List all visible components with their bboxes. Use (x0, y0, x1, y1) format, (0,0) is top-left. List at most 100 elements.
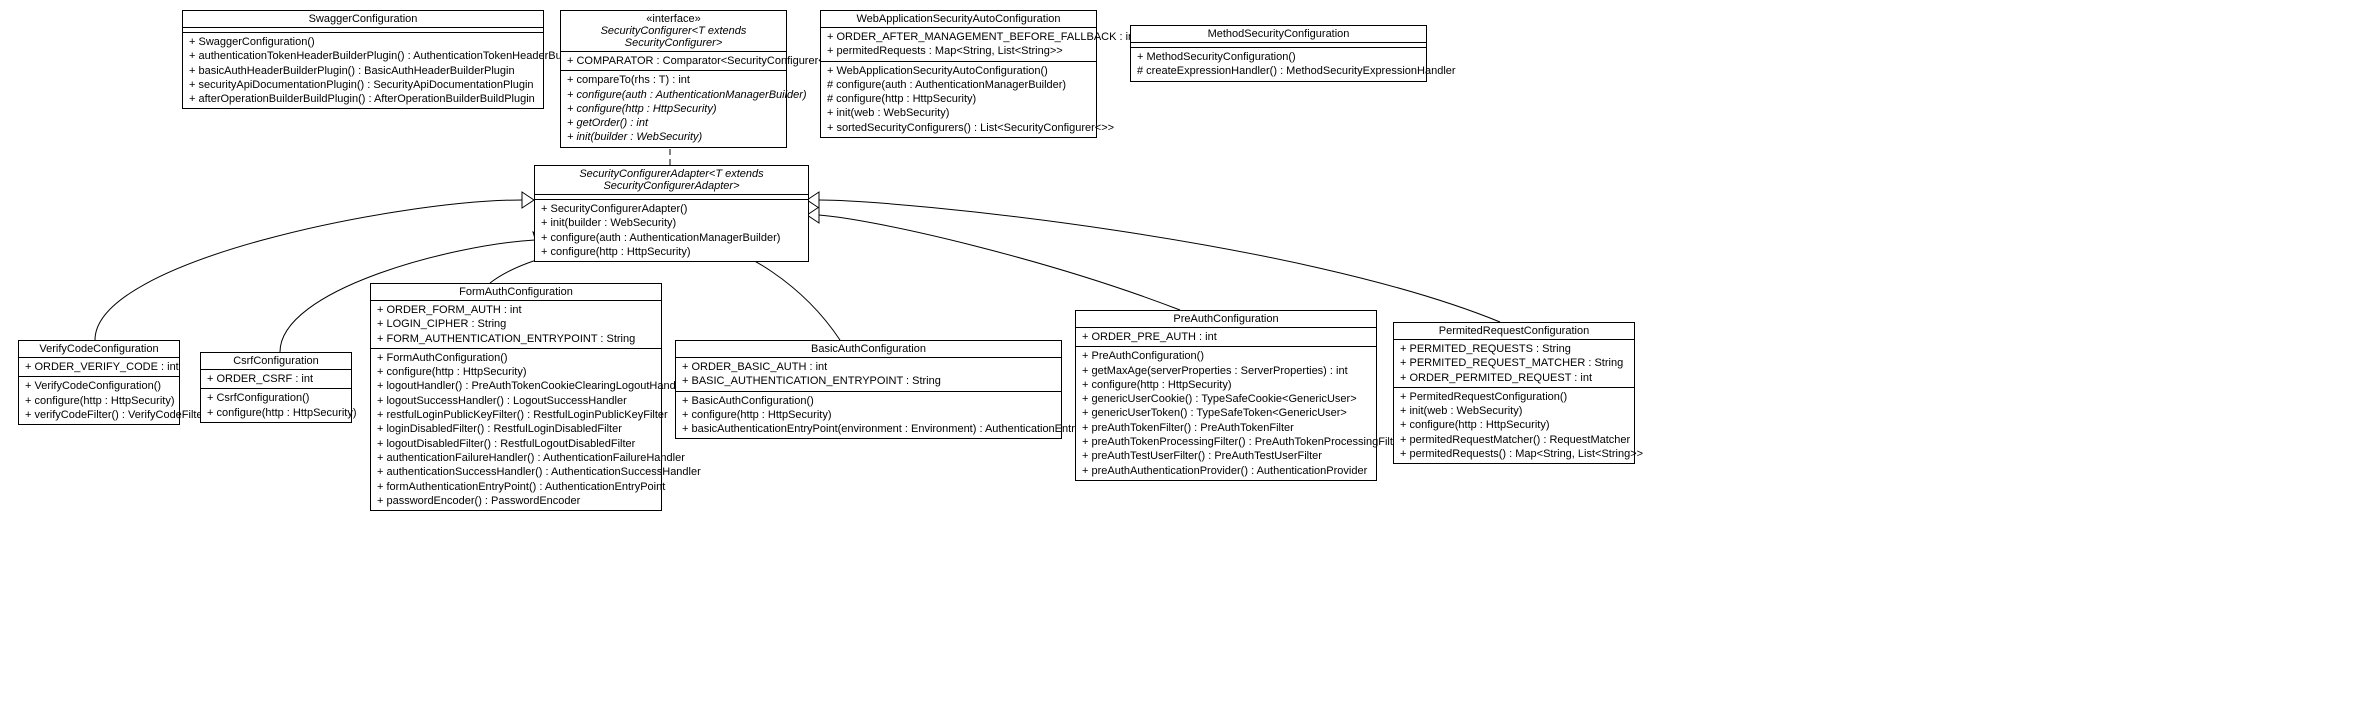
member-row: + permitedRequests() : Map<String, List<… (1400, 447, 1628, 461)
class-name: PreAuthConfiguration (1173, 313, 1278, 325)
member-row: + passwordEncoder() : PasswordEncoder (377, 494, 655, 508)
class-method-security-config: MethodSecurityConfiguration + MethodSecu… (1130, 25, 1427, 82)
member-row: + preAuthTokenFilter() : PreAuthTokenFil… (1082, 421, 1370, 435)
member-row: + FormAuthConfiguration() (377, 351, 655, 365)
attrs: + PERMITED_REQUESTS : String+ PERMITED_R… (1394, 340, 1634, 388)
member-row: + configure(http : HttpSecurity) (25, 394, 173, 408)
member-row: + ORDER_FORM_AUTH : int (377, 303, 655, 317)
member-row: + SwaggerConfiguration() (189, 35, 537, 49)
attrs: + ORDER_FORM_AUTH : int+ LOGIN_CIPHER : … (371, 301, 661, 349)
class-csrf-config: CsrfConfiguration + ORDER_CSRF : int + C… (200, 352, 352, 423)
member-row: + VerifyCodeConfiguration() (25, 379, 173, 393)
member-row: + ORDER_VERIFY_CODE : int (25, 360, 173, 374)
member-row: + logoutSuccessHandler() : LogoutSuccess… (377, 394, 655, 408)
member-row: + configure(http : HttpSecurity) (1400, 418, 1628, 432)
ops: + compareTo(rhs : T) : int+ configure(au… (561, 71, 786, 146)
ops: + WebApplicationSecurityAutoConfiguratio… (821, 62, 1096, 137)
member-row: + CsrfConfiguration() (207, 391, 345, 405)
ops: + PermitedRequestConfiguration()+ init(w… (1394, 388, 1634, 463)
class-security-configurer: «interface»SecurityConfigurer<T extends … (560, 10, 787, 148)
class-pre-auth-config: PreAuthConfiguration + ORDER_PRE_AUTH : … (1075, 310, 1377, 481)
member-row: + formAuthenticationEntryPoint() : Authe… (377, 480, 655, 494)
class-name: BasicAuthConfiguration (811, 343, 926, 355)
member-row: + FORM_AUTHENTICATION_ENTRYPOINT : Strin… (377, 332, 655, 346)
member-row: + authenticationTokenHeaderBuilderPlugin… (189, 49, 537, 63)
ops: + PreAuthConfiguration()+ getMaxAge(serv… (1076, 347, 1376, 480)
attrs: + COMPARATOR : Comparator<SecurityConfig… (561, 52, 786, 71)
member-row: + compareTo(rhs : T) : int (567, 73, 780, 87)
class-name: VerifyCodeConfiguration (39, 343, 158, 355)
member-row: + permitedRequestMatcher() : RequestMatc… (1400, 433, 1628, 447)
member-row: + afterOperationBuilderBuildPlugin() : A… (189, 92, 537, 106)
member-row: + securityApiDocumentationPlugin() : Sec… (189, 78, 537, 92)
member-row: + MethodSecurityConfiguration() (1137, 50, 1420, 64)
member-row: + BASIC_AUTHENTICATION_ENTRYPOINT : Stri… (682, 374, 1055, 388)
attrs: + ORDER_PRE_AUTH : int (1076, 328, 1376, 347)
class-name: PermitedRequestConfiguration (1439, 325, 1589, 337)
member-row: + init(builder : WebSecurity) (567, 130, 780, 144)
attrs: + ORDER_AFTER_MANAGEMENT_BEFORE_FALLBACK… (821, 28, 1096, 62)
member-row: + loginDisabledFilter() : RestfulLoginDi… (377, 422, 655, 436)
class-name: CsrfConfiguration (233, 355, 319, 367)
member-row: + getOrder() : int (567, 116, 780, 130)
class-form-auth-config: FormAuthConfiguration + ORDER_FORM_AUTH … (370, 283, 662, 511)
member-row: + configure(http : HttpSecurity) (541, 245, 802, 259)
class-swagger-configuration: SwaggerConfiguration + SwaggerConfigurat… (182, 10, 544, 109)
member-row: + PERMITED_REQUEST_MATCHER : String (1400, 356, 1628, 370)
member-row: + BasicAuthConfiguration() (682, 394, 1055, 408)
member-row: + COMPARATOR : Comparator<SecurityConfig… (567, 54, 780, 68)
class-security-configurer-adapter: SecurityConfigurerAdapter<T extends Secu… (534, 165, 809, 262)
member-row: + PERMITED_REQUESTS : String (1400, 342, 1628, 356)
member-row: + configure(auth : AuthenticationManager… (541, 231, 802, 245)
attrs: + ORDER_VERIFY_CODE : int (19, 358, 179, 377)
class-permited-request-config: PermitedRequestConfiguration + PERMITED_… (1393, 322, 1635, 464)
member-row: + init(web : WebSecurity) (1400, 404, 1628, 418)
member-row: + permitedRequests : Map<String, List<St… (827, 44, 1090, 58)
member-row: + restfulLoginPublicKeyFilter() : Restfu… (377, 408, 655, 422)
member-row: + ORDER_CSRF : int (207, 372, 345, 386)
member-row: + authenticationSuccessHandler() : Authe… (377, 465, 655, 479)
ops: + BasicAuthConfiguration()+ configure(ht… (676, 392, 1061, 439)
member-row: + preAuthAuthenticationProvider() : Auth… (1082, 464, 1370, 478)
member-row: + sortedSecurityConfigurers() : List<Sec… (827, 121, 1090, 135)
stereotype: «interface» (567, 13, 780, 25)
member-row: + preAuthTokenProcessingFilter() : PreAu… (1082, 435, 1370, 449)
class-verify-code-config: VerifyCodeConfiguration + ORDER_VERIFY_C… (18, 340, 180, 425)
member-row: + configure(http : HttpSecurity) (682, 408, 1055, 422)
member-row: + ORDER_BASIC_AUTH : int (682, 360, 1055, 374)
attrs: + ORDER_CSRF : int (201, 370, 351, 389)
member-row: + configure(http : HttpSecurity) (377, 365, 655, 379)
class-name: SwaggerConfiguration (309, 13, 418, 25)
ops: + CsrfConfiguration()+ configure(http : … (201, 389, 351, 422)
member-row: # configure(http : HttpSecurity) (827, 92, 1090, 106)
member-row: + WebApplicationSecurityAutoConfiguratio… (827, 64, 1090, 78)
ops: + SecurityConfigurerAdapter()+ init(buil… (535, 200, 808, 261)
member-row: + PreAuthConfiguration() (1082, 349, 1370, 363)
class-basic-auth-config: BasicAuthConfiguration + ORDER_BASIC_AUT… (675, 340, 1062, 439)
class-name: WebApplicationSecurityAutoConfiguration (856, 13, 1060, 25)
member-row: # createExpressionHandler() : MethodSecu… (1137, 64, 1420, 78)
attrs: + ORDER_BASIC_AUTH : int+ BASIC_AUTHENTI… (676, 358, 1061, 392)
member-row: + PermitedRequestConfiguration() (1400, 390, 1628, 404)
member-row: + ORDER_PRE_AUTH : int (1082, 330, 1370, 344)
class-name: MethodSecurityConfiguration (1208, 28, 1350, 40)
member-row: + configure(auth : AuthenticationManager… (567, 88, 780, 102)
member-row: + authenticationFailureHandler() : Authe… (377, 451, 655, 465)
member-row: + logoutDisabledFilter() : RestfulLogout… (377, 437, 655, 451)
member-row: + preAuthTestUserFilter() : PreAuthTestU… (1082, 449, 1370, 463)
member-row: + verifyCodeFilter() : VerifyCodeFilter (25, 408, 173, 422)
member-row: # configure(auth : AuthenticationManager… (827, 78, 1090, 92)
member-row: + configure(http : HttpSecurity) (1082, 378, 1370, 392)
member-row: + configure(http : HttpSecurity) (567, 102, 780, 116)
ops: + VerifyCodeConfiguration()+ configure(h… (19, 377, 179, 424)
member-row: + init(web : WebSecurity) (827, 106, 1090, 120)
ops: + MethodSecurityConfiguration()# createE… (1131, 48, 1426, 81)
member-row: + genericUserToken() : TypeSafeToken<Gen… (1082, 406, 1370, 420)
class-name: SecurityConfigurerAdapter<T extends Secu… (579, 168, 763, 192)
member-row: + LOGIN_CIPHER : String (377, 317, 655, 331)
member-row: + getMaxAge(serverProperties : ServerPro… (1082, 364, 1370, 378)
member-row: + init(builder : WebSecurity) (541, 216, 802, 230)
member-row: + basicAuthHeaderBuilderPlugin() : Basic… (189, 64, 537, 78)
member-row: + SecurityConfigurerAdapter() (541, 202, 802, 216)
member-row: + basicAuthenticationEntryPoint(environm… (682, 422, 1055, 436)
